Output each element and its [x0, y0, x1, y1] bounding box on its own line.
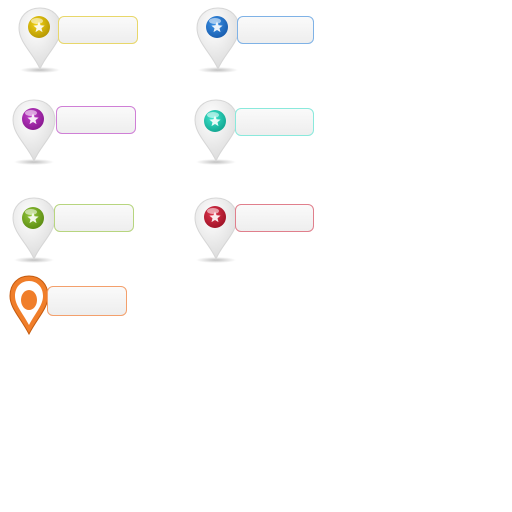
marker-label[interactable] — [47, 286, 127, 316]
marker-label[interactable] — [237, 16, 314, 44]
marker-magenta[interactable] — [10, 98, 150, 170]
map-pin-icon — [192, 98, 242, 168]
marker-red[interactable] — [192, 196, 332, 268]
marker-yellow[interactable] — [16, 6, 156, 78]
map-pin-icon — [10, 196, 60, 266]
marker-orange[interactable] — [8, 274, 148, 346]
marker-cyan[interactable] — [192, 98, 332, 170]
map-pin-icon — [192, 196, 242, 266]
marker-icon-sheet — [0, 0, 512, 512]
map-pin-icon — [194, 6, 244, 76]
marker-green[interactable] — [10, 196, 150, 268]
marker-ball — [21, 290, 37, 310]
marker-label[interactable] — [235, 108, 314, 136]
marker-label[interactable] — [235, 204, 314, 232]
map-pin-icon — [10, 98, 60, 168]
marker-blue[interactable] — [194, 6, 334, 78]
marker-label[interactable] — [56, 106, 136, 134]
marker-label[interactable] — [58, 16, 138, 44]
marker-label[interactable] — [54, 204, 134, 232]
